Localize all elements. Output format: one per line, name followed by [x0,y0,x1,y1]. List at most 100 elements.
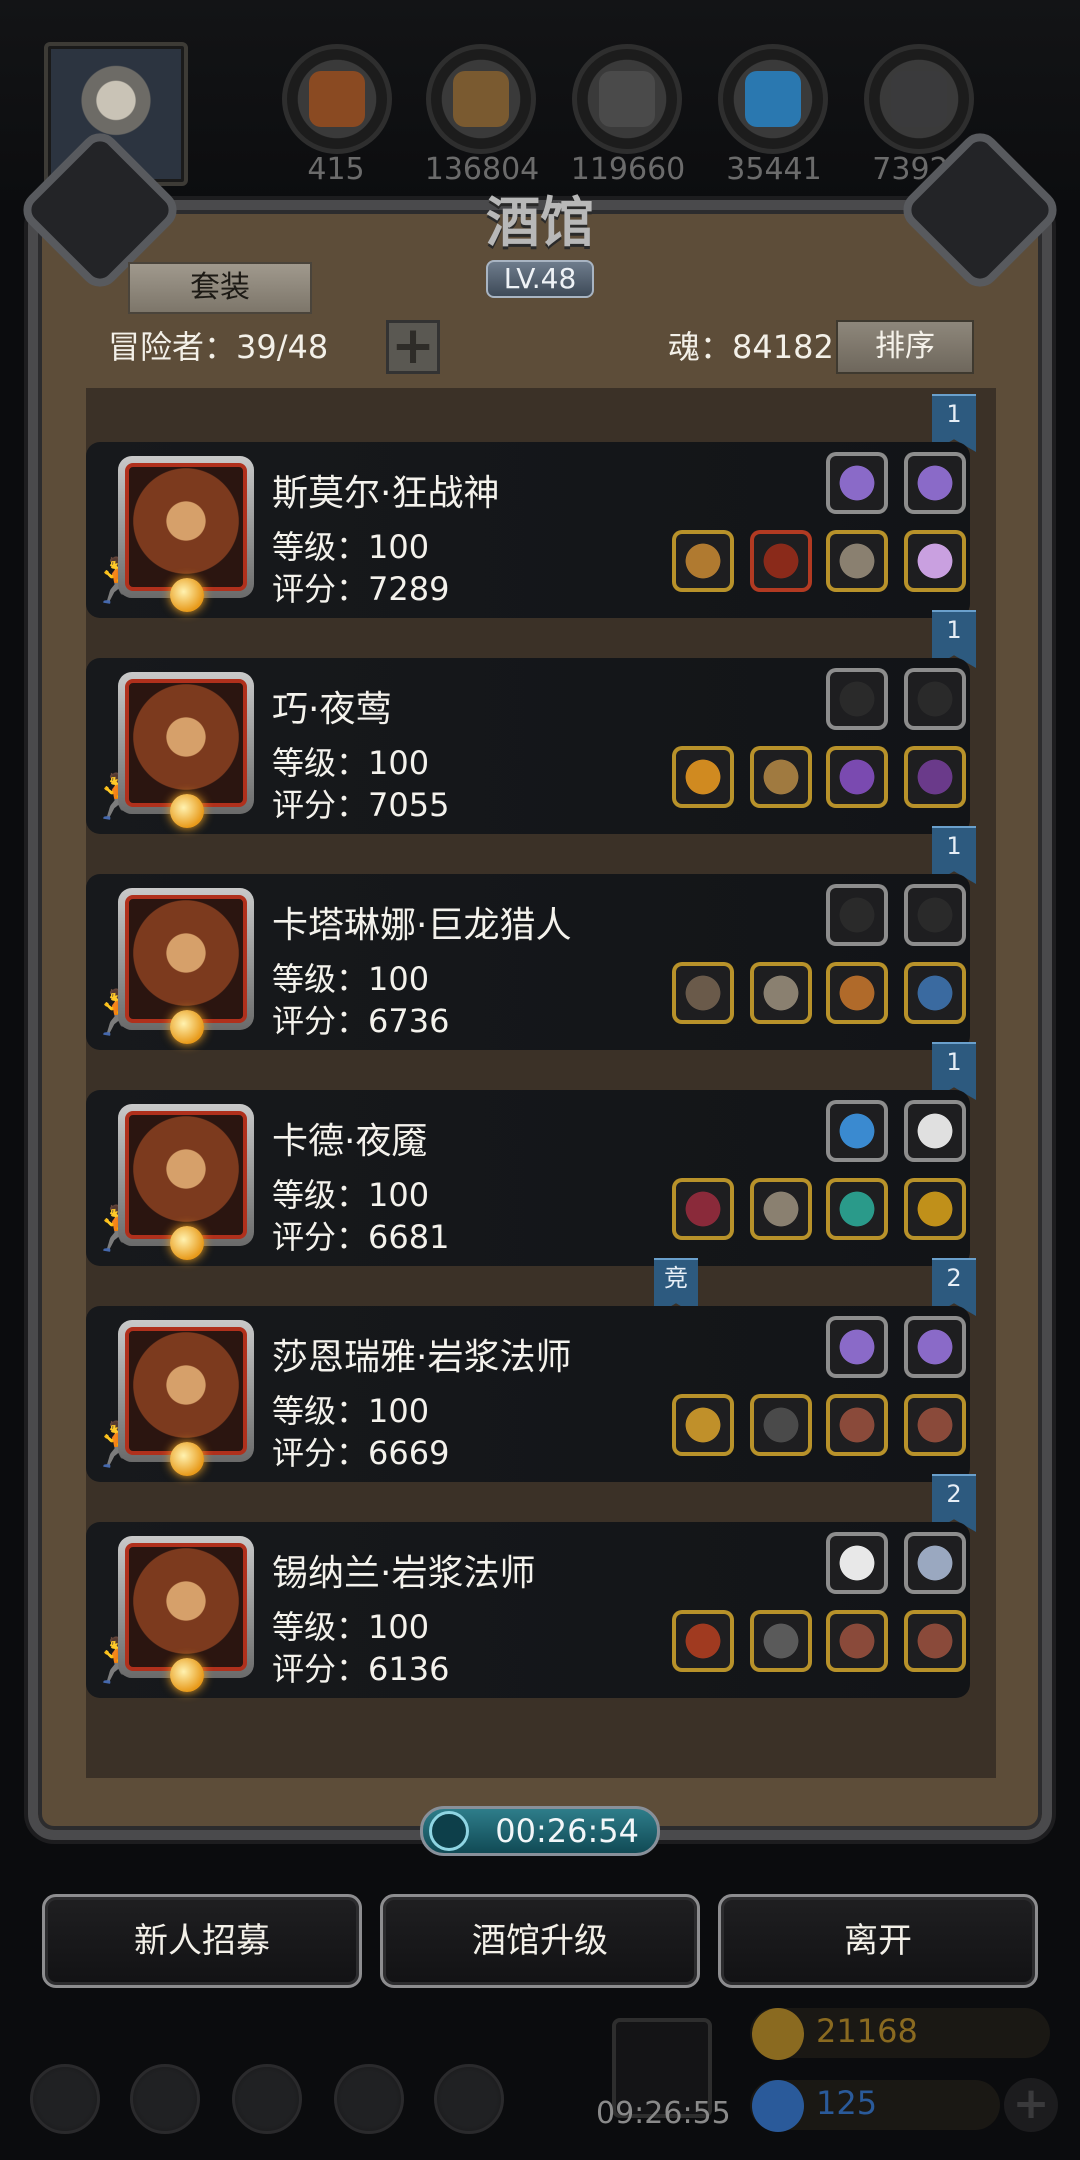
equipment-slot[interactable] [826,1394,888,1456]
hero-score: 评分：7289 [272,570,450,608]
equipment-slot[interactable] [826,1532,888,1594]
hero-row[interactable]: 1🏃卡塔琳娜·巨龙猎人等级：100评分：6736 [86,826,996,1050]
hero-row[interactable]: 2竞🏃莎恩瑞雅·岩浆法师等级：100评分：6669 [86,1258,996,1482]
equipment-slot[interactable] [750,746,812,808]
equipment-slot[interactable] [826,746,888,808]
equipment-slot[interactable] [904,1316,966,1378]
hero-face [125,1543,247,1671]
plus-icon[interactable]: + [1004,2078,1058,2132]
equipment-slot[interactable] [826,1610,888,1672]
equipment-slot[interactable] [672,962,734,1024]
equipment-slot[interactable] [904,746,966,808]
running-icon: 🏃 [90,1632,145,1692]
hero-score: 评分：6681 [272,1218,450,1256]
hero-level: 等级：100 [272,1392,430,1430]
equipment-slot[interactable] [904,530,966,592]
equipment-slot[interactable] [826,452,888,514]
recruit-timer-text: 00:26:54 [495,1812,639,1850]
hero-score: 评分：6736 [272,1002,450,1040]
wood-resource-icon[interactable] [426,44,536,154]
hero-portrait[interactable] [118,672,254,828]
equipment-icon [830,1104,884,1158]
equipment-slot[interactable] [826,884,888,946]
hero-card[interactable]: 🏃 卡塔琳娜·巨龙猎人等级：100 评分：6736 [86,874,970,1050]
equipment-slot[interactable] [750,962,812,1024]
add-adventurer-slot-button[interactable]: + [386,320,440,374]
equipment-icon [830,888,884,942]
equipment-slot[interactable] [904,884,966,946]
achievement-icon[interactable] [130,2064,200,2134]
equipment-slot[interactable] [826,1316,888,1378]
iron-icon [599,71,655,127]
steel-resource-icon[interactable] [864,44,974,154]
equipment-slot[interactable] [672,746,734,808]
equipment-slot[interactable] [904,452,966,514]
hero-face [125,1111,247,1239]
ore-resource-icon[interactable] [282,44,392,154]
equipment-slot[interactable] [750,1394,812,1456]
equipment-slot[interactable] [904,1100,966,1162]
hero-list[interactable]: 1🏃斯莫尔·狂战神等级：100评分：72891🏃巧·夜莺等级：100评分：705… [86,388,996,1778]
equipment-icon [830,1536,884,1590]
sort-button[interactable]: 排序 [836,320,974,374]
equipment-slot[interactable] [826,668,888,730]
hero-name: 卡德·夜魇 [272,1121,428,1162]
hero-name: 莎恩瑞雅·岩浆法师 [272,1337,572,1378]
equipment-slot[interactable] [672,530,734,592]
equipment-slot[interactable] [672,1610,734,1672]
hero-portrait[interactable] [118,1536,254,1692]
hero-card[interactable]: 🏃 莎恩瑞雅·岩浆法师等级：100 评分：6669 [86,1306,970,1482]
equipment-slot[interactable] [904,1610,966,1672]
equipment-slot[interactable] [750,530,812,592]
equipment-slot[interactable] [904,1178,966,1240]
equipment-icon [908,1104,962,1158]
crystal-resource-icon[interactable] [718,44,828,154]
hero-level: 等级：100 [272,1176,430,1214]
hero-card[interactable]: 🏃 斯莫尔·狂战神等级：100 评分：7289 [86,442,970,618]
running-icon: 🏃 [90,1200,145,1260]
settings-icon[interactable] [30,2064,100,2134]
moon-icon [170,794,204,828]
hero-name: 斯莫尔·狂战神 [272,473,500,514]
equipment-slot[interactable] [826,1100,888,1162]
hero-card[interactable]: 🏃 卡德·夜魇等级：100 评分：6681 [86,1090,970,1266]
hero-portrait[interactable] [118,888,254,1044]
handshake-icon[interactable] [434,2064,504,2134]
equipment-icon [908,534,962,588]
leave-button[interactable]: 离开 [718,1894,1038,1988]
equipment-slot[interactable] [904,962,966,1024]
hero-portrait[interactable] [118,456,254,612]
upgrade-tavern-button[interactable]: 酒馆升级 [380,1894,700,1988]
equipment-icon [754,966,808,1020]
hero-row[interactable]: 2🏃锡纳兰·岩浆法师等级：100评分：6136 [86,1474,996,1698]
codex-icon[interactable] [232,2064,302,2134]
equipment-icon [754,750,808,804]
equipment-slot[interactable] [904,668,966,730]
equipment-slot[interactable] [750,1178,812,1240]
equipment-slot[interactable] [904,1532,966,1594]
equipment-slot[interactable] [826,530,888,592]
equipment-slot[interactable] [826,962,888,1024]
hero-portrait[interactable] [118,1104,254,1260]
iron-resource-icon[interactable] [572,44,682,154]
hero-card[interactable]: 🏃 锡纳兰·岩浆法师等级：100 评分：6136 [86,1522,970,1698]
equipment-slot[interactable] [750,1610,812,1672]
hero-portrait[interactable] [118,1320,254,1476]
equipment-slot[interactable] [672,1394,734,1456]
hero-row[interactable]: 1🏃卡德·夜魇等级：100评分：6681 [86,1042,996,1266]
mail-icon[interactable] [334,2064,404,2134]
equipment-icon [754,1398,808,1452]
equipment-slot[interactable] [904,1394,966,1456]
hero-row[interactable]: 1🏃巧·夜莺等级：100评分：7055 [86,610,996,834]
gift-timer: 09:26:55 [596,2096,731,2131]
equipment-icon [830,750,884,804]
set-button[interactable]: 套装 [128,262,312,314]
equipment-icon [754,1614,808,1668]
equipment-slot[interactable] [826,1178,888,1240]
hero-card[interactable]: 🏃 巧·夜莺等级：100 评分：7055 [86,658,970,834]
equipment-slot[interactable] [672,1178,734,1240]
equipment-icon [830,456,884,510]
gem-bar: 125 [750,2080,1000,2132]
hero-row[interactable]: 1🏃斯莫尔·狂战神等级：100评分：7289 [86,394,996,618]
recruit-button[interactable]: 新人招募 [42,1894,362,1988]
